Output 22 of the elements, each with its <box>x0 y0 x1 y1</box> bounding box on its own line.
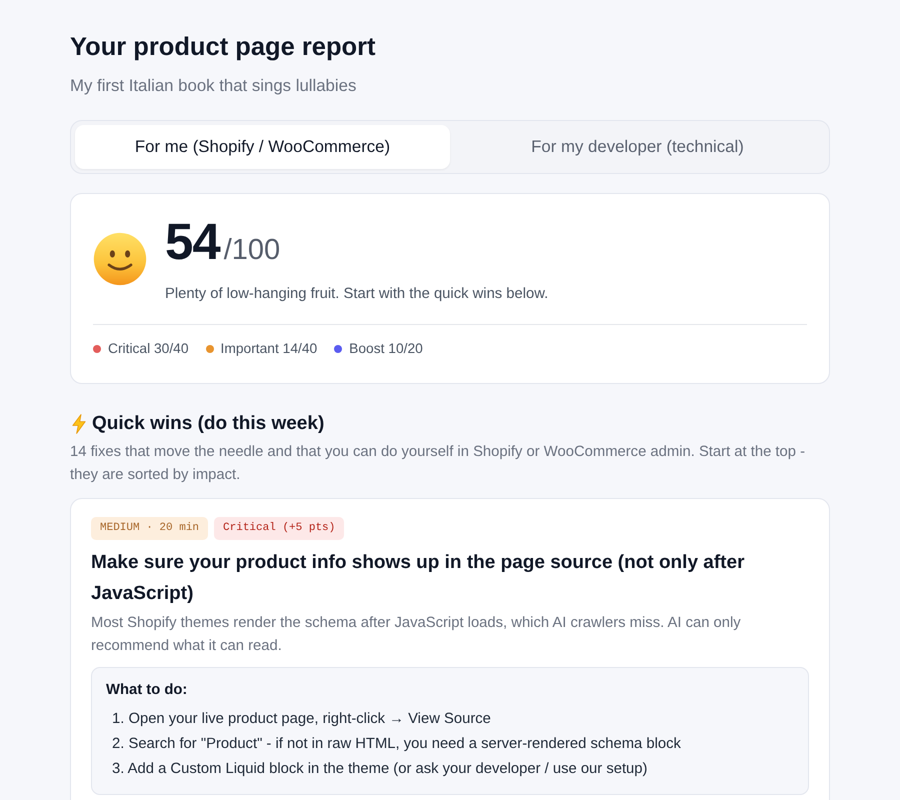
step-text: 2. Search for "Product" - if not in raw HTML, you need a server-rendered schema block <box>111 735 682 754</box>
legend-label: Boost 10/20 <box>349 340 423 358</box>
fix-title: Make sure your product info shows up in the page source (not only after JavaScript) <box>91 551 746 606</box>
lightning-bolt-icon <box>72 414 86 434</box>
section-title: Quick wins (do this week) <box>92 412 324 436</box>
section-description: 14 fixes that move the needle and that you can do yourself in Shopify or WooCommerce admin. Start at the top - they are sorted by impact. <box>70 443 806 485</box>
step-text: 1. Open your live product page, right-click → View Source <box>111 710 492 729</box>
effort-badge: MEDIUM · 20 min <box>91 517 208 540</box>
legend-label: Important 14/40 <box>220 340 318 358</box>
product-name: My first Italian book that sings lullabies <box>70 75 358 97</box>
tab[interactable]: For me (Shopify / WooCommerce) <box>75 125 450 169</box>
score-summary: Plenty of low-hanging fruit. Start with the quick wins below. <box>165 285 548 304</box>
page-title: Your product page report <box>70 32 377 62</box>
severity-badge: Critical (+5 pts) <box>214 517 344 540</box>
legend-label: Critical 30/40 <box>108 340 189 358</box>
score-value: 54 <box>165 214 220 270</box>
fix-description: Most Shopify themes render the schema after JavaScript loads, which AI crawlers miss. AI can only recommend what it can read. <box>91 614 742 656</box>
steps-heading: What to do: <box>106 681 188 700</box>
tab[interactable]: For my developer (technical) <box>450 125 825 169</box>
score-max: /100 <box>224 233 280 268</box>
step-text: 3. Add a Custom Liquid block in the theme (or ask your developer / use our setup) <box>111 760 648 779</box>
smiley-face-icon <box>93 232 147 286</box>
